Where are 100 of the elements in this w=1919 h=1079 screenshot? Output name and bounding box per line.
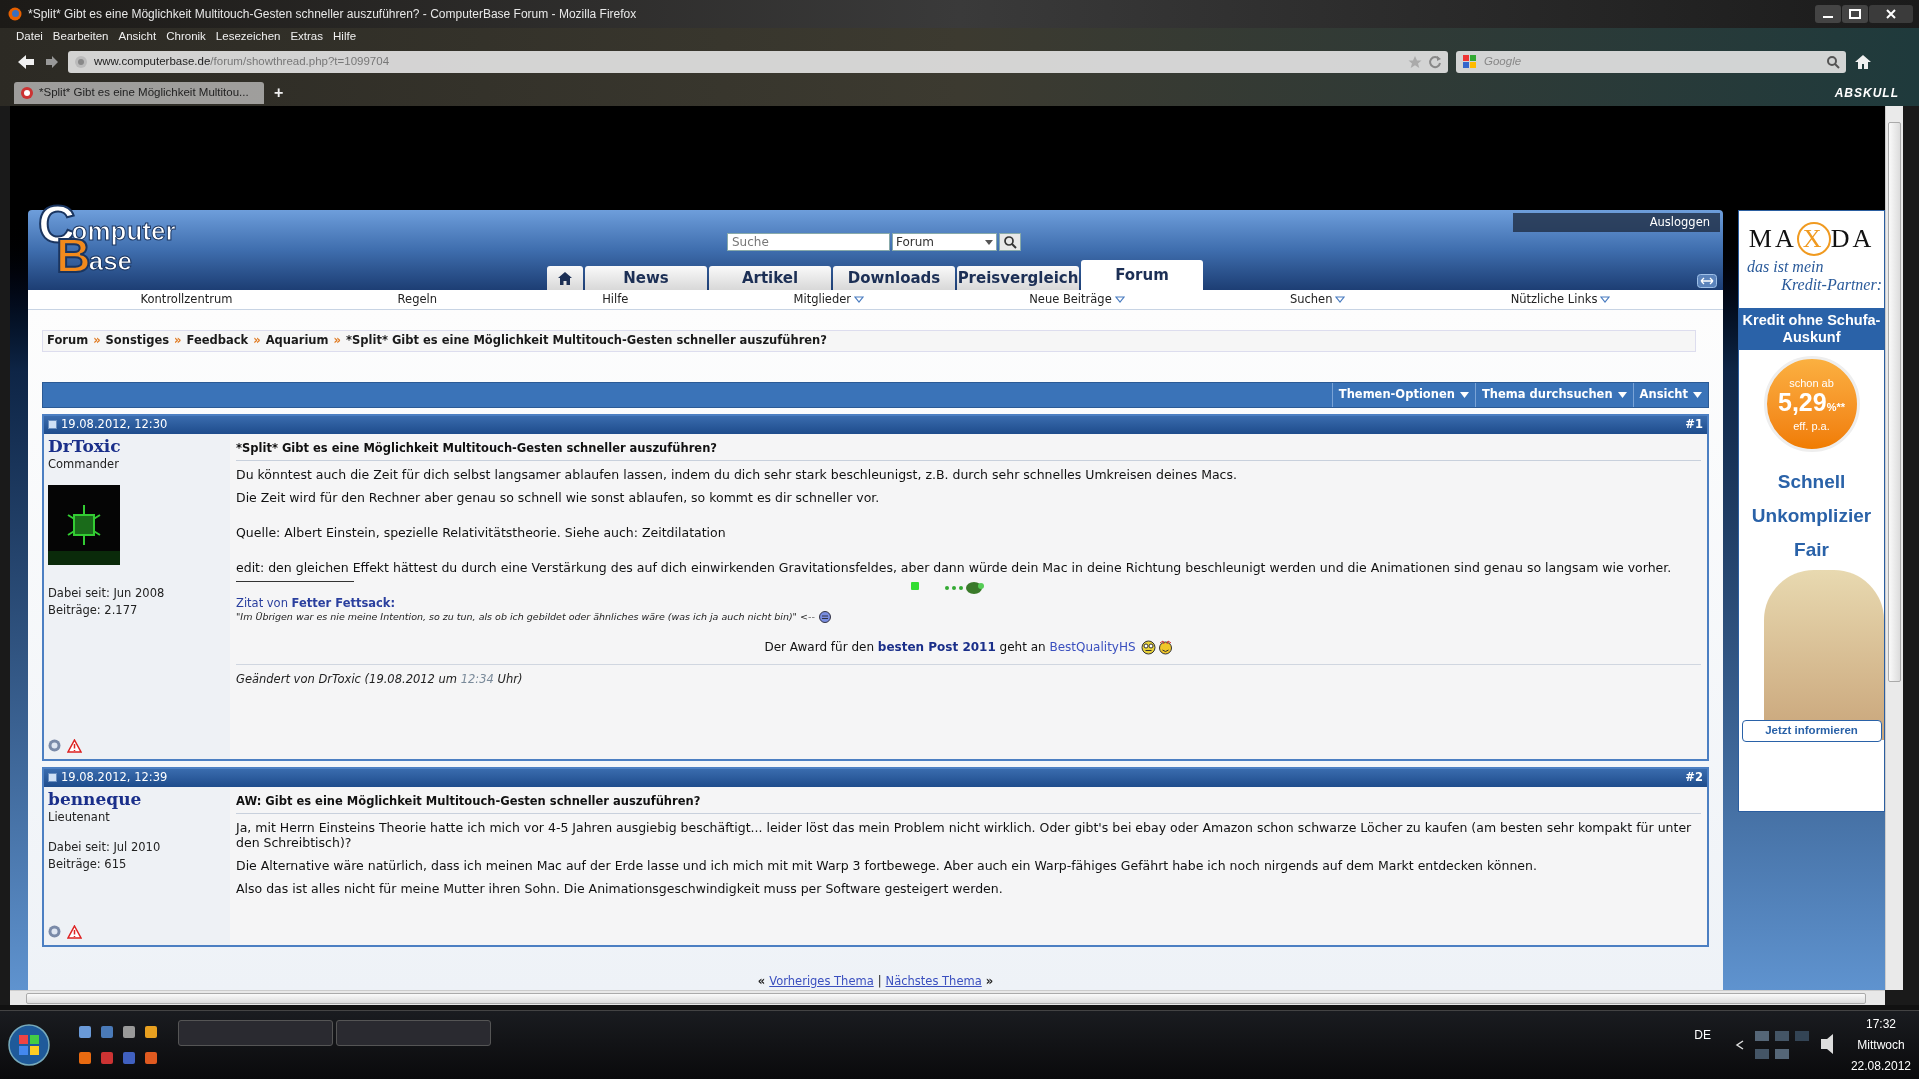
home-icon[interactable] [1854,54,1872,70]
toolbar-menu-button[interactable]: Themen-Optionen [1331,382,1475,407]
scope-dropdown[interactable]: Forum [892,233,997,251]
window-title: *Split* Gibt es eine Möglichkeit Multitouch-Gesten schneller auszuführen? - ComputerBase Forum - Mozilla Firefox [28,6,637,23]
menu-item[interactable]: Extras [290,28,323,46]
post-title: *Split* Gibt es eine Möglichkeit Multitouch-Gesten schneller auszuführen? [236,439,1701,461]
toolbar-menu-button[interactable]: Thema durchsuchen [1474,382,1633,407]
post-icon [48,773,57,783]
join-date: Dabei seit: Jun 2008 [48,585,166,602]
search-icon [1003,235,1017,249]
nav-tab[interactable]: Artikel [709,266,831,291]
nav-tab[interactable]: Downloads [833,266,955,291]
breadcrumb-link[interactable]: Sonstiges [105,332,170,350]
user-rank: Lieutenant [48,809,111,826]
warning-icon[interactable] [67,738,82,753]
close-icon[interactable] [1869,5,1913,23]
vertical-scrollbar[interactable] [1885,106,1903,990]
post-number-link[interactable]: #1 [1685,416,1703,434]
home-tab[interactable] [547,266,583,291]
nav-tab[interactable]: Preisvergleich [957,266,1079,291]
caret-icon [1459,391,1469,398]
subnav-link[interactable]: Hilfe [602,290,629,309]
post-title: AW: Gibt es eine Möglichkeit Multitouch-Gesten schneller auszuführen? [236,792,1701,814]
app-launcher-icon[interactable] [144,1025,158,1039]
join-date: Dabei seit: Jul 2010 [48,839,162,856]
dropdown-caret-icon [1600,296,1611,303]
breadcrumb-separator: » [253,332,261,350]
post-count: Beiträge: 2.177 [48,602,139,620]
menu-item[interactable]: Datei [16,28,43,46]
ad-cta-button[interactable]: Jetzt informieren [1741,720,1882,742]
menu-item[interactable]: Lesezeichen [215,28,281,46]
search-engine-icon[interactable] [1462,54,1478,70]
previous-thread-link[interactable]: Vorheriges Thema [769,972,874,990]
menu-item[interactable]: Bearbeiten [52,28,109,46]
menu-item[interactable]: Ansicht [118,28,157,46]
post-paragraph: Quelle: Albert Einstein, spezielle Relativitätstheorie. Siehe auch: Zeitdilatation [236,525,727,540]
post-paragraph: Ja, mit Herrn Einsteins Theorie hatte ich mich vor 4-5 Jahren ausgiebig beschäftigt... leider löst das mein Problem nicht wirklich. Oder gibt's bei ebay oder Amazon schon schwarze Löcher zu kaufen (am besten sehr kompakt für unter den Schreibtisch)? [236,820,1693,850]
search-field[interactable]: Suche [727,233,890,251]
menu-item[interactable]: Hilfe [333,28,357,46]
post-paragraph: Also das ist alles nicht für meine Mutter ihren Sohn. Die Animationsgeschwindigkeit muss per Software gesteigert werden. [236,881,1004,896]
clock[interactable]: 17:32 Mittwoch 22.08.2012 [1850,1013,1911,1077]
chevron-icon[interactable] [1734,1040,1745,1050]
horizontal-scrollbar[interactable] [10,990,1885,1005]
breadcrumb-separator: » [174,332,182,350]
site-favicon-icon [20,86,34,100]
ad-slogan: Kredit-Partner: [1781,276,1882,294]
breadcrumb-link[interactable]: Aquarium [265,332,329,350]
browser-tab[interactable]: *Split* Gibt es eine Möglichkeit Multitou... [14,82,264,104]
subnav-link[interactable]: Nützliche Links [1510,290,1611,309]
ad-slogan: das ist mein [1747,258,1824,276]
menu-item[interactable]: Chronik [166,28,206,46]
ad-claim: Unkomplizier [1751,504,1872,528]
app-launcher-icon[interactable] [78,1051,92,1065]
caret-icon [1617,391,1627,398]
subnav-link[interactable]: Mitglieder [793,290,865,309]
back-arrow-icon[interactable] [16,53,36,71]
award-text: Der Award für den besten Post 2011 geht an BestQualityHS [764,639,1136,657]
ad-headline: Kredit ohne Schufa-Auskunf [1739,308,1884,350]
ad-claim: Schnell [1777,470,1846,494]
subnav-link[interactable]: Neue Beiträge [1029,290,1125,309]
new-tab-button[interactable]: + [270,85,288,104]
maximize-icon[interactable] [1842,5,1868,23]
next-thread-link[interactable]: Nächstes Thema [885,972,982,990]
nav-mark: « [757,972,766,990]
offline-status-icon [48,925,61,939]
warning-icon[interactable] [67,924,82,939]
username-link[interactable]: DrToxic [48,435,226,456]
breadcrumb-link[interactable]: Forum [47,332,89,350]
post-number-link[interactable]: #2 [1685,769,1703,787]
toolbar-menu-button[interactable]: Ansicht [1632,382,1708,407]
logout-link[interactable]: Ausloggen [1649,213,1710,232]
username-link[interactable]: benneque [48,788,226,809]
caret-icon [985,239,993,245]
app-launcher-icon[interactable] [78,1025,92,1039]
address-bar[interactable]: www.computerbase.de/forum/showthread.php?t=1099704 [68,51,1448,73]
ad-brand-logo: MA X DA [1748,219,1875,258]
theme-label: ABSKULL [1834,85,1899,102]
smiley-icon [1140,639,1156,655]
app-launcher-icon[interactable] [144,1051,158,1065]
star-icon[interactable] [1408,55,1422,69]
app-launcher-icon[interactable] [100,1051,114,1065]
breadcrumb-link[interactable]: Feedback [186,332,249,350]
expand-icon[interactable] [1697,274,1717,288]
nav-tab[interactable]: News [585,266,707,291]
subnav-link[interactable]: Regeln [397,290,437,309]
search-icon[interactable] [1826,55,1840,69]
subnav-link[interactable]: Suchen [1289,290,1346,309]
nav-tab[interactable]: Forum [1081,260,1203,291]
quote-text: "Im Übrigen war es nie meine Intention, so zu tun, als ob ich gebildet oder ähnliches wäre (was ich ja auch nicht bin)" <-- [236,610,815,624]
award-link[interactable]: BestQualityHS [1049,640,1136,655]
subnav-link[interactable]: Kontrollzentrum [140,290,233,309]
breadcrumb-separator: » [93,332,101,350]
app-launcher-icon[interactable] [122,1025,136,1039]
language-indicator[interactable]: DE [1694,1026,1711,1044]
forward-arrow-icon[interactable] [44,55,60,69]
start-button-icon[interactable] [8,1024,50,1066]
minimize-icon[interactable] [1815,5,1841,23]
caret-icon [1693,391,1702,398]
search-button[interactable] [999,233,1021,251]
app-launcher-icon[interactable] [100,1025,114,1039]
